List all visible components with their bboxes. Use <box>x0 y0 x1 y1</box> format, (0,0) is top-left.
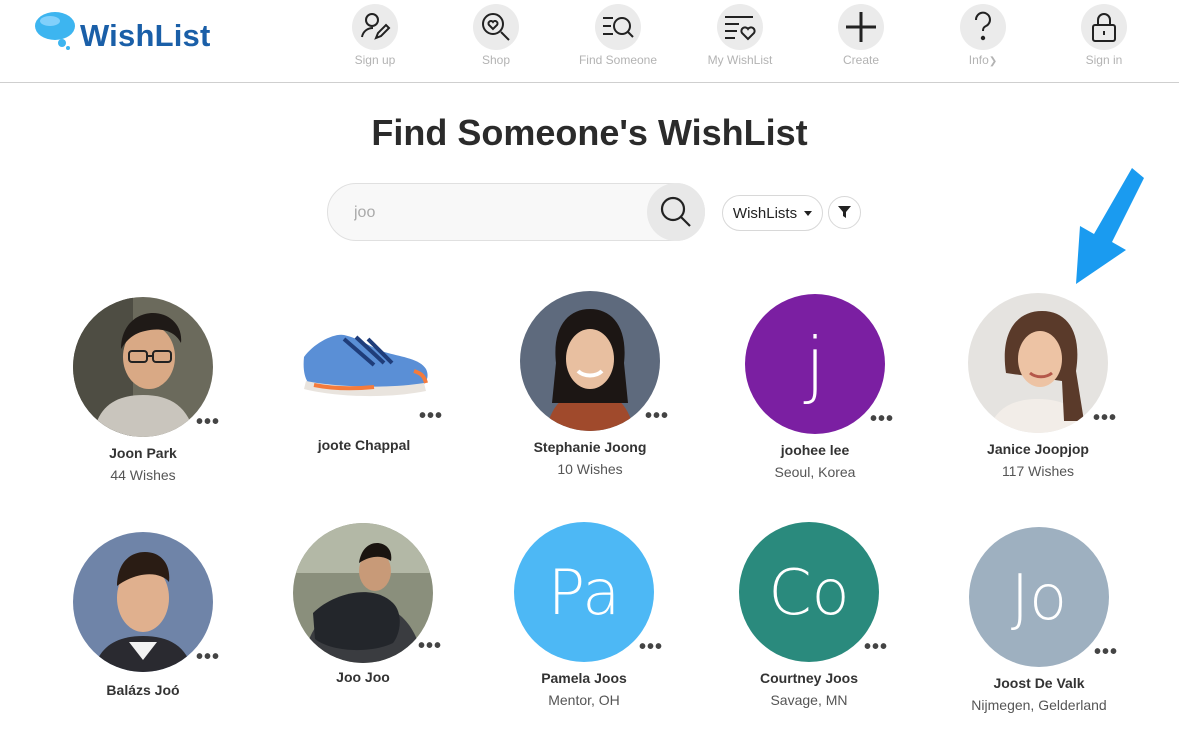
more-options-icon[interactable]: ••• <box>864 637 888 657</box>
user-edit-icon <box>361 13 391 40</box>
more-options-icon[interactable]: ••• <box>645 406 669 426</box>
avatar-photo <box>520 291 660 431</box>
speech-bubble-icon <box>35 12 75 50</box>
nav-shop[interactable]: Shop <box>441 4 551 67</box>
result-name: Joost De Valk <box>993 675 1085 691</box>
avatar <box>294 297 434 437</box>
avatar <box>968 293 1108 433</box>
nav-info[interactable]: Info❯ <box>928 4 1038 67</box>
search-box <box>327 183 705 241</box>
result-card[interactable]: ••• joote Chappal <box>269 297 459 453</box>
result-name: Stephanie Joong <box>533 439 647 455</box>
nav-label: Info <box>968 53 989 67</box>
result-name: Courtney Joos <box>759 670 858 686</box>
result-name: joote Chappal <box>317 437 411 453</box>
nav-sign-in[interactable]: Sign in <box>1049 4 1159 67</box>
dropdown-label: WishLists <box>732 204 798 222</box>
result-name: Joo Joo <box>336 669 390 685</box>
nav-label: My WishList <box>707 53 773 67</box>
result-subtitle: Seoul, Korea <box>774 464 856 480</box>
avatar-photo <box>968 293 1108 433</box>
result-subtitle: Savage, MN <box>770 692 848 708</box>
result-card[interactable]: Pa ••• Pamela Joos Mentor, OH <box>489 522 679 708</box>
list-heart-icon <box>725 16 756 41</box>
annotation-arrow-icon <box>1076 168 1144 284</box>
lock-icon <box>1092 13 1116 42</box>
avatar-initials: Co <box>739 522 879 662</box>
avatar-photo <box>293 523 433 663</box>
result-card[interactable]: Co ••• Courtney Joos Savage, MN <box>714 522 904 708</box>
page-title: Find Someone's WishList <box>371 112 808 153</box>
chevron-down-icon: ❯ <box>988 56 998 67</box>
more-options-icon[interactable]: ••• <box>196 647 220 667</box>
avatar-initials: Jo <box>969 527 1109 667</box>
avatar-initials-text: Co <box>768 555 850 629</box>
result-card[interactable]: ••• Balázs Joó <box>48 532 238 698</box>
wishlists-dropdown[interactable]: WishLists <box>722 195 823 231</box>
list-search-icon <box>603 17 634 38</box>
avatar-photo <box>73 532 213 672</box>
question-icon <box>974 11 991 41</box>
result-card[interactable]: ••• Joon Park 44 Wishes <box>48 297 238 483</box>
more-options-icon[interactable]: ••• <box>870 409 894 429</box>
result-subtitle: 44 Wishes <box>110 467 176 483</box>
result-subtitle: 117 Wishes <box>1001 463 1075 479</box>
search-button[interactable] <box>647 183 705 241</box>
result-subtitle: Nijmegen, Gelderland <box>971 697 1107 713</box>
top-navigation-bar: WishList Sign up Shop Find Someone My Wi… <box>0 0 1179 83</box>
avatar-initials-text: Jo <box>1010 560 1068 634</box>
caret-down-icon <box>804 210 813 216</box>
nav-label: Create <box>842 53 880 67</box>
result-card[interactable]: ••• Joo Joo <box>268 523 458 685</box>
search-icon <box>660 196 691 227</box>
nav-my-wishlist[interactable]: My WishList <box>685 4 795 67</box>
nav-sign-up[interactable]: Sign up <box>320 4 430 67</box>
heart-search-icon <box>482 13 510 41</box>
result-name: joohee lee <box>780 442 850 458</box>
filter-button[interactable] <box>828 196 861 229</box>
result-card[interactable]: Jo ••• Joost De Valk Nijmegen, Gelderlan… <box>944 527 1134 713</box>
avatar <box>520 291 660 431</box>
result-subtitle: Mentor, OH <box>548 692 620 708</box>
plus-icon <box>846 12 876 42</box>
result-name: Joon Park <box>109 445 177 461</box>
wishlist-logo[interactable]: WishList <box>34 10 224 58</box>
nav-label: Find Someone <box>578 53 658 67</box>
nav-label: Sign up <box>354 53 396 67</box>
avatar-photo <box>73 297 213 437</box>
nav-create[interactable]: Create <box>806 4 916 67</box>
nav-find-someone[interactable]: Find Someone <box>563 4 673 67</box>
brand-name: WishList <box>80 18 211 53</box>
avatar-initials-text: Pa <box>547 555 621 629</box>
more-options-icon[interactable]: ••• <box>196 412 220 432</box>
result-name: Janice Joopjop <box>987 441 1089 457</box>
avatar <box>73 297 213 437</box>
avatar-photo <box>294 297 434 437</box>
more-options-icon[interactable]: ••• <box>418 636 442 656</box>
more-options-icon[interactable]: ••• <box>1093 408 1117 428</box>
result-name: Pamela Joos <box>541 670 627 686</box>
avatar-initials: j <box>745 294 885 434</box>
result-name: Balázs Joó <box>106 682 180 698</box>
more-options-icon[interactable]: ••• <box>1094 642 1118 662</box>
result-card[interactable]: ••• Stephanie Joong 10 Wishes <box>495 291 685 477</box>
more-options-icon[interactable]: ••• <box>639 637 663 657</box>
search-input[interactable] <box>352 196 646 230</box>
avatar-initials-text: j <box>804 322 825 406</box>
more-options-icon[interactable]: ••• <box>419 406 443 426</box>
nav-label: Sign in <box>1085 53 1123 67</box>
nav-label: Shop <box>481 53 511 67</box>
avatar <box>293 523 433 663</box>
avatar <box>73 532 213 672</box>
funnel-icon <box>838 206 851 218</box>
result-subtitle: 10 Wishes <box>557 461 623 477</box>
result-card[interactable]: j ••• joohee lee Seoul, Korea <box>720 294 910 480</box>
avatar-initials: Pa <box>514 522 654 662</box>
result-card[interactable]: ••• Janice Joopjop 117 Wishes <box>943 293 1133 479</box>
